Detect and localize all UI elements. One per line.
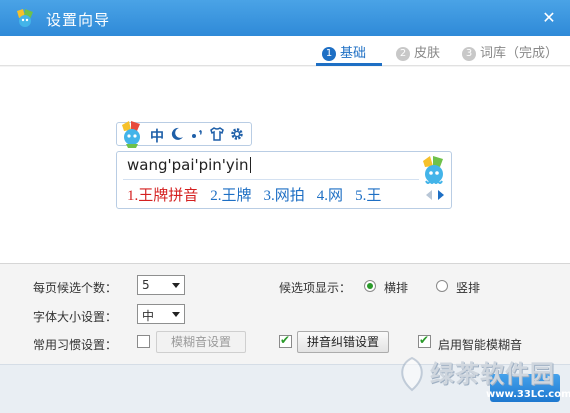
step-label: 基础 (340, 46, 367, 61)
pinyin-composition: wang'pai'pin'yin (127, 156, 251, 174)
watermark-text: 绿茶软件园 (430, 360, 555, 388)
per-page-label: 每页候选个数： (33, 281, 118, 295)
per-page-value: 5 (142, 278, 150, 292)
correction-checkbox[interactable] (279, 333, 292, 348)
section-divider (0, 263, 570, 264)
font-size-value: 中 (142, 309, 155, 323)
tab-step-basic[interactable]: 1 基础 (322, 42, 366, 61)
step-label: 词库（完成） (480, 46, 559, 61)
active-step-underline (316, 63, 382, 66)
habit-label: 常用习惯设置： (33, 338, 118, 352)
close-icon[interactable]: ✕ (540, 9, 558, 27)
candidate-list: 1.王牌拼音 2.王牌 3.网拍 4.网 5.王 (127, 184, 393, 205)
candidate-window: wang'pai'pin'yin 1.王牌拼音 2.王牌 3.网拍 4.网 5.王 (116, 151, 452, 209)
prev-page-icon[interactable] (426, 190, 432, 200)
chevron-down-icon (172, 312, 180, 317)
candidate-divider (123, 179, 419, 180)
gear-icon[interactable] (229, 126, 245, 142)
step-label: 皮肤 (414, 46, 441, 61)
tab-step-dictionary[interactable]: 3 词库（完成） (462, 42, 558, 61)
vertical-label: 竖排 (456, 281, 481, 295)
step-number: 3 (462, 47, 476, 61)
mascot-icon (423, 156, 443, 184)
chinese-mode-label[interactable]: 中 (150, 126, 164, 146)
smart-fuzzy-label: 启用智能模糊音 (438, 338, 523, 352)
vertical-radio[interactable] (436, 280, 448, 292)
horizontal-label: 横排 (384, 281, 409, 295)
watermark-url: www.33LC.com (486, 389, 570, 400)
app-logo-icon (17, 9, 33, 27)
text-caret (249, 157, 251, 173)
font-size-label: 字体大小设置： (33, 310, 118, 324)
candidate-item[interactable]: 3.网拍 (264, 188, 305, 204)
shirt-icon[interactable] (209, 126, 225, 142)
watermark-logo-icon (401, 356, 423, 392)
window-title: 设置向导 (46, 11, 111, 29)
horizontal-radio[interactable] (364, 280, 376, 292)
display-label: 候选项显示： (279, 281, 352, 295)
smart-fuzzy-checkbox[interactable] (418, 333, 431, 348)
next-page-icon[interactable] (438, 190, 444, 200)
ime-status-toolbar: 中 (116, 121, 252, 148)
steps-bar: 1 基础 2 皮肤 3 词库（完成） (0, 36, 570, 66)
moon-icon[interactable] (169, 126, 185, 142)
chevron-down-icon (172, 283, 180, 288)
pinyin-text: wang'pai'pin'yin (127, 156, 249, 174)
title-bar: 设置向导 ✕ (0, 0, 570, 36)
correction-settings-button[interactable]: 拼音纠错设置 (297, 331, 389, 353)
candidate-item[interactable]: 2.王牌 (210, 188, 251, 204)
tab-step-skin[interactable]: 2 皮肤 (396, 42, 440, 61)
mascot-icon (122, 121, 140, 148)
step-number: 2 (396, 47, 410, 61)
page-arrows (426, 190, 444, 200)
per-page-select[interactable]: 5 (137, 275, 185, 295)
font-size-select[interactable]: 中 (137, 304, 185, 324)
candidate-item[interactable]: 4.网 (317, 188, 343, 204)
step-number: 1 (322, 47, 336, 61)
fuzzy-checkbox[interactable] (137, 335, 150, 348)
candidate-item[interactable]: 1.王牌拼音 (127, 188, 198, 204)
fuzzy-settings-button[interactable]: 模糊音设置 (156, 331, 246, 353)
candidate-item[interactable]: 5.王 (355, 188, 381, 204)
punctuation-icon[interactable] (189, 126, 205, 142)
